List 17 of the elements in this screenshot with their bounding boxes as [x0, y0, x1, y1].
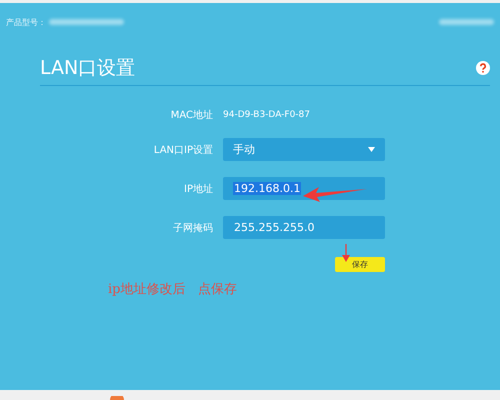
help-icon[interactable]: [476, 61, 490, 75]
caret-icon: [368, 147, 375, 152]
field-label: IP地址: [184, 182, 213, 196]
mac-value: 94-D9-B3-DA-F0-87: [223, 110, 312, 120]
arrow-icon: [342, 244, 350, 262]
field-label: MAC地址: [170, 108, 213, 122]
save-button[interactable]: 保存: [335, 257, 385, 272]
field-label: 子网掩码: [173, 222, 213, 234]
annotation-text: ip地址修改后 点保存: [108, 281, 238, 298]
blurred-text: [439, 19, 494, 25]
page-title: LAN口设置: [40, 56, 136, 81]
arrow-icon: [303, 185, 367, 202]
field-label: LAN口IP设置: [154, 144, 213, 156]
input-field[interactable]: 192.168.0.1: [223, 177, 385, 200]
input-field[interactable]: 255.255.255.0: [223, 216, 385, 239]
product-model-label: 产品型号：: [6, 16, 46, 28]
dropdown-select[interactable]: 手动: [223, 138, 385, 161]
